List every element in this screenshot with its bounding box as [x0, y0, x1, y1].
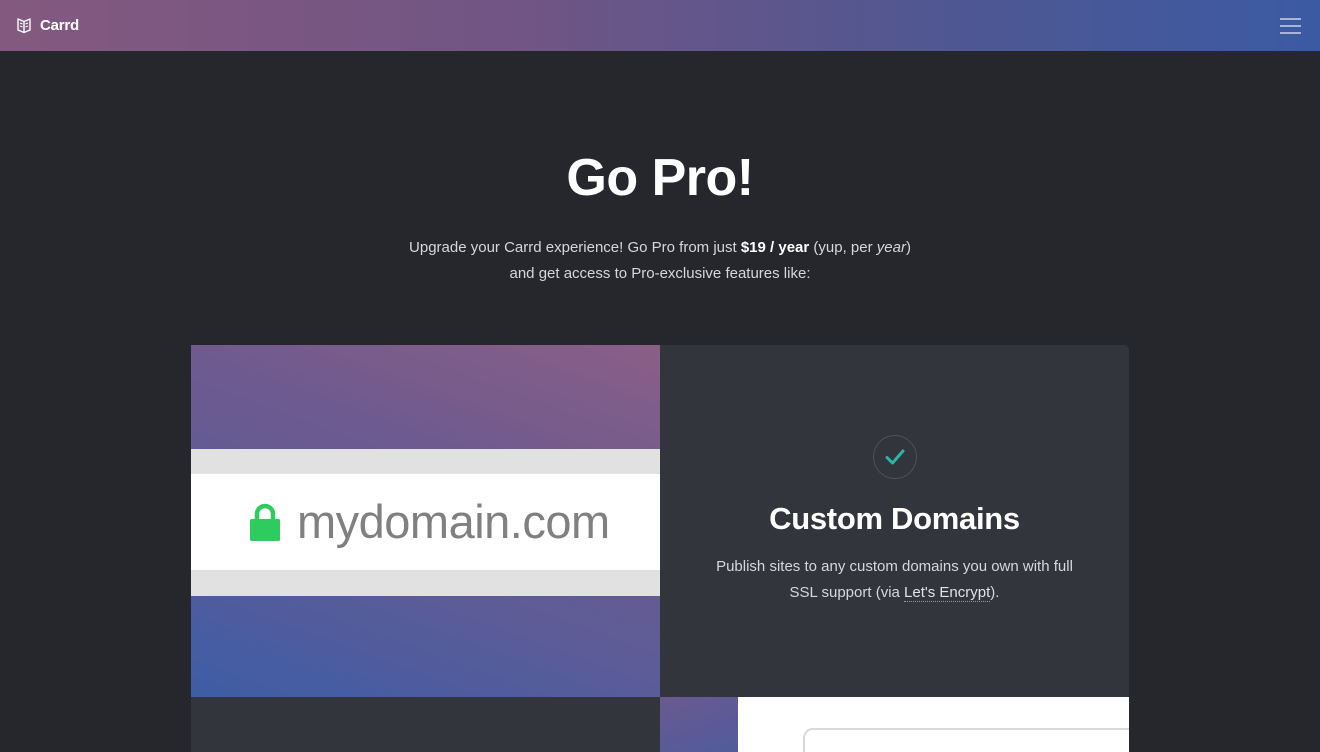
price-text: $19 / year	[740, 239, 810, 256]
per-word: year	[876, 239, 906, 256]
hero-sub-line2: and get access to Pro-exclusive features…	[509, 265, 811, 282]
menu-line	[1280, 18, 1301, 20]
hero-sub-text: )	[905, 239, 911, 256]
lock-icon	[250, 503, 280, 541]
feature-check-badge	[873, 435, 917, 479]
next-feature-card	[191, 697, 660, 752]
feature-card-custom-domains: Custom Domains Publish sites to any cust…	[660, 345, 1129, 697]
hero-sub-text: Upgrade your Carrd experience! Go Pro fr…	[409, 239, 741, 256]
top-bar: Carrd	[0, 0, 1320, 51]
hamburger-menu-icon[interactable]	[1280, 16, 1301, 34]
browser-address-bar: mydomain.com	[191, 474, 660, 570]
next-image-gradient	[660, 697, 738, 752]
menu-line	[1280, 25, 1301, 27]
carrd-logo-icon	[17, 18, 31, 34]
feature-desc-text: Publish sites to any custom domains you …	[716, 558, 1073, 601]
feature-title: Custom Domains	[769, 501, 1020, 536]
brand[interactable]: Carrd	[16, 16, 79, 34]
page-title: Go Pro!	[566, 149, 754, 207]
checkmark-icon	[885, 449, 905, 465]
next-feature-image	[660, 697, 1129, 752]
domain-text: mydomain.com	[297, 495, 610, 548]
brand-name: Carrd	[40, 16, 80, 34]
hero-subtitle: Upgrade your Carrd experience! Go Pro fr…	[0, 235, 1320, 287]
hero-sub-text: (yup, per	[809, 239, 877, 256]
menu-line	[1280, 32, 1301, 34]
next-image-frame	[803, 728, 1129, 752]
feature-desc-text: ).	[990, 584, 1000, 601]
lets-encrypt-link[interactable]: Let's Encrypt	[904, 584, 991, 602]
feature-image-custom-domains: mydomain.com	[191, 345, 660, 697]
feature-description: Publish sites to any custom domains you …	[700, 554, 1089, 606]
